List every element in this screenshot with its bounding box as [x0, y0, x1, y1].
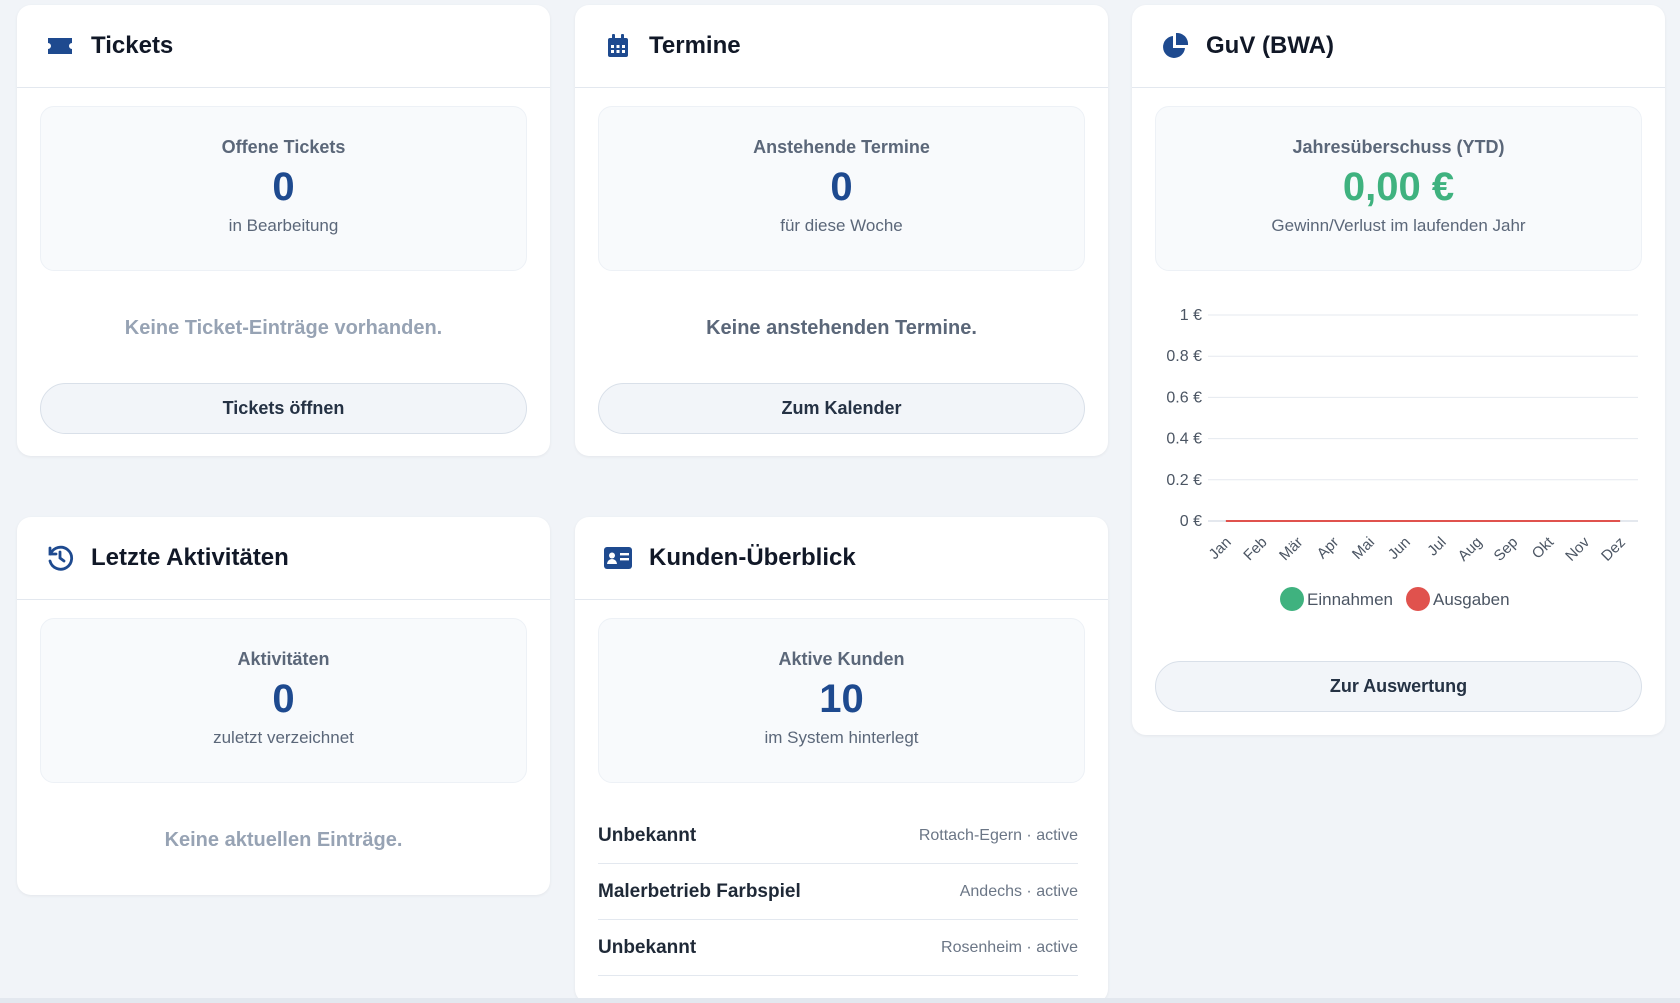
customer-list: Unbekannt Rottach-Egern · active Malerbe…: [598, 808, 1078, 976]
customer-name: Malerbetrieb Farbspiel: [598, 880, 801, 902]
y-tick-label: 0 €: [1180, 513, 1202, 530]
guv-stat-value: 0,00 €: [1342, 165, 1455, 209]
customer-row[interactable]: Unbekannt Rottach-Egern · active: [598, 808, 1078, 864]
bottom-divider: [0, 998, 1680, 1003]
activities-card-header: Letzte Aktivitäten: [17, 517, 550, 600]
legend-label: Einnahmen: [1307, 590, 1393, 609]
legend-swatch: [1280, 587, 1304, 611]
customers-card-header: Kunden-Überblick: [575, 517, 1108, 600]
termine-title: Termine: [649, 32, 741, 59]
termine-stat-box: Anstehende Termine 0 für diese Woche: [598, 106, 1085, 271]
y-tick-label: 0.4 €: [1166, 431, 1202, 448]
guv-chart: 0 € 0.2 € 0.4 € 0.6 € 0.8 € 1 € Jan Feb Mär Apr Ma…: [1132, 285, 1642, 625]
tickets-empty-message: Keine Ticket-Einträge vorhanden.: [124, 317, 443, 339]
guv-stat-sub: Gewinn/Verlust im laufenden Jahr: [1271, 216, 1526, 235]
customer-meta: Rottach-Egern · active: [918, 826, 1078, 844]
customer-row[interactable]: Malerbetrieb Farbspiel Andechs · active: [598, 864, 1078, 920]
guv-stat-label: Jahresüberschuss (YTD): [1292, 137, 1505, 157]
termine-card: Termine Anstehende Termine 0 für diese W…: [575, 5, 1108, 456]
x-tick-label: Mär: [1276, 534, 1306, 564]
activities-card: Letzte Aktivitäten Aktivitäten 0 zuletzt…: [17, 517, 550, 895]
activities-empty-message: Keine aktuellen Einträge.: [164, 829, 403, 851]
history-icon: [45, 543, 75, 573]
guv-card-header: GuV (BWA): [1132, 5, 1665, 88]
customers-stat-box: Aktive Kunden 10 im System hinterlegt: [598, 618, 1085, 783]
termine-stat-value: 0: [830, 165, 853, 209]
ticket-icon: [45, 31, 75, 61]
customers-stat-value: 10: [819, 677, 864, 721]
open-tickets-button[interactable]: Tickets öffnen: [40, 383, 527, 434]
legend-swatch: [1406, 587, 1430, 611]
x-tick-label: Aug: [1455, 534, 1486, 565]
activities-stat-value: 0: [272, 677, 295, 721]
activities-title: Letzte Aktivitäten: [91, 544, 289, 571]
x-tick-label: Dez: [1598, 534, 1629, 565]
tickets-card: Tickets Offene Tickets 0 in Bearbeitung …: [17, 5, 550, 456]
termine-stat-label: Anstehende Termine: [753, 137, 930, 157]
pie-chart-icon: [1160, 31, 1190, 61]
customer-row[interactable]: Unbekannt Rosenheim · active: [598, 920, 1078, 976]
customer-name: Unbekannt: [598, 936, 697, 958]
customer-name: Unbekannt: [598, 824, 697, 846]
x-tick-label: Mai: [1349, 534, 1378, 563]
tickets-stat-label: Offene Tickets: [221, 137, 346, 157]
id-card-icon: [603, 543, 633, 573]
tickets-stat-sub: in Bearbeitung: [228, 216, 339, 235]
y-tick-label: 0.2 €: [1166, 472, 1202, 489]
x-tick-label: Nov: [1562, 533, 1593, 564]
x-tick-label: Apr: [1314, 534, 1343, 563]
guv-stat-box: Jahresüberschuss (YTD) 0,00 € Gewinn/Ver…: [1155, 106, 1642, 271]
x-tick-label: Jun: [1385, 534, 1414, 563]
calendar-icon: [603, 31, 633, 61]
y-tick-label: 0.8 €: [1166, 348, 1202, 365]
termine-stat-sub: für diese Woche: [780, 216, 903, 235]
customer-meta: Andechs · active: [959, 882, 1078, 900]
legend-label: Ausgaben: [1433, 590, 1510, 609]
activities-stat-label: Aktivitäten: [237, 649, 330, 669]
customers-stat-sub: im System hinterlegt: [764, 728, 919, 747]
to-evaluation-button[interactable]: Zur Auswertung: [1155, 661, 1642, 712]
termine-card-header: Termine: [575, 5, 1108, 88]
y-tick-label: 1 €: [1180, 307, 1202, 324]
x-tick-label: Sep: [1491, 534, 1522, 565]
x-tick-label: Jan: [1206, 534, 1235, 563]
activities-stat-box: Aktivitäten 0 zuletzt verzeichnet: [40, 618, 527, 783]
y-tick-label: 0.6 €: [1166, 389, 1202, 406]
tickets-card-header: Tickets: [17, 5, 550, 88]
tickets-title: Tickets: [91, 32, 174, 59]
guv-chart-svg: 0 € 0.2 € 0.4 € 0.6 € 0.8 € 1 € Jan Feb Mär Apr Ma…: [1166, 307, 1638, 611]
termine-empty-message: Keine anstehenden Termine.: [706, 317, 977, 339]
customer-meta: Rosenheim · active: [941, 938, 1078, 956]
customers-title: Kunden-Überblick: [649, 544, 856, 571]
to-calendar-button[interactable]: Zum Kalender: [598, 383, 1085, 434]
guv-title: GuV (BWA): [1206, 32, 1334, 59]
activities-stat-sub: zuletzt verzeichnet: [213, 728, 354, 747]
tickets-stat-box: Offene Tickets 0 in Bearbeitung: [40, 106, 527, 271]
guv-card: GuV (BWA) Jahresüberschuss (YTD) 0,00 € …: [1132, 5, 1665, 735]
customers-stat-label: Aktive Kunden: [778, 649, 905, 669]
tickets-stat-value: 0: [272, 165, 295, 209]
x-tick-label: Feb: [1240, 534, 1270, 564]
x-tick-label: Okt: [1529, 533, 1558, 562]
x-tick-label: Jul: [1424, 534, 1450, 560]
